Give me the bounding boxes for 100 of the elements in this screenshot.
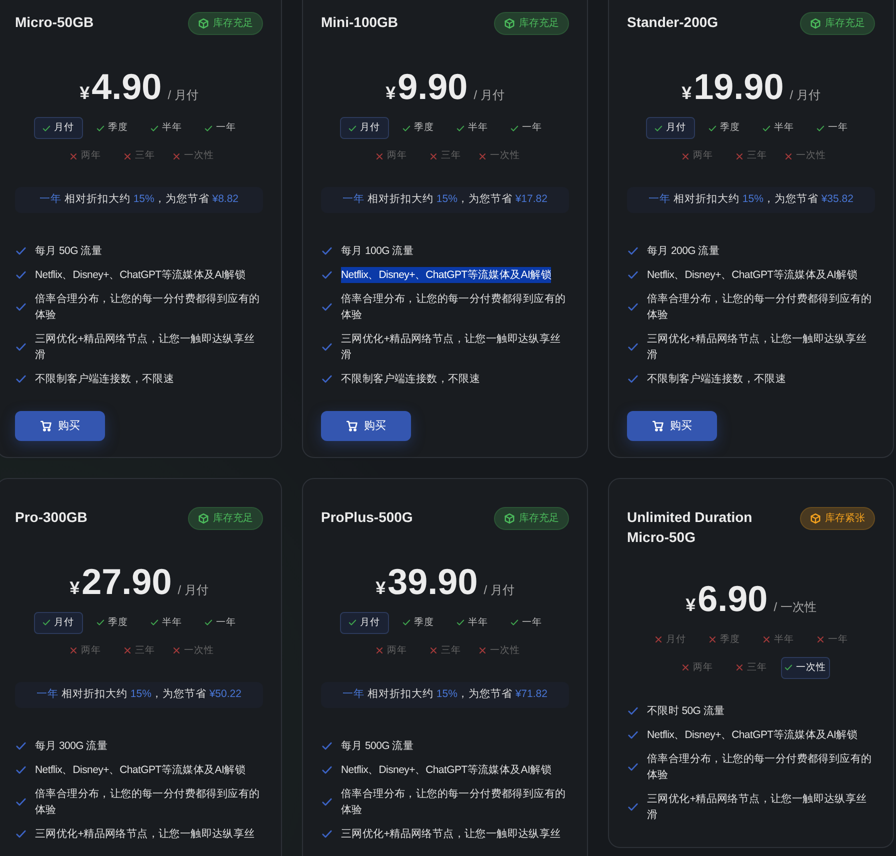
check-icon (321, 300, 333, 313)
cross-icon (69, 152, 78, 160)
buy-button[interactable]: 购买 (15, 410, 105, 441)
period-option[interactable]: 月付 (340, 612, 388, 634)
period-option[interactable]: 半年 (448, 612, 496, 634)
period-option[interactable]: 半年 (142, 612, 190, 634)
cross-icon (478, 646, 487, 656)
check-icon (627, 268, 639, 281)
plan-title: Unlimited Duration Micro-50G (627, 508, 754, 547)
check-icon (321, 740, 333, 752)
period-option[interactable]: 一年 (502, 117, 550, 139)
check-icon (510, 618, 519, 628)
feature-text: 不限制客户端连接数，不限速 (341, 372, 480, 387)
check-icon (15, 300, 27, 313)
buy-button[interactable]: 购买 (321, 410, 411, 441)
price-unit: / 一次性 (774, 598, 816, 616)
stock-badge: 库存充足 (188, 12, 263, 35)
cart-icon (346, 420, 358, 432)
check-icon (321, 244, 333, 257)
buy-button[interactable]: 购买 (627, 410, 717, 441)
check-icon (204, 124, 213, 132)
check-icon (321, 828, 333, 840)
period-option[interactable]: 一年 (808, 117, 856, 139)
feature-text: 每月 50G 流量 (35, 244, 102, 259)
period-option[interactable]: 季度 (394, 612, 442, 634)
check-icon (402, 124, 411, 132)
cross-icon (816, 635, 825, 644)
feature-text: 倍率合理分布，让您的每一分付费都得到应有的体验 (341, 786, 567, 818)
plan-title: Stander-200G (627, 13, 718, 32)
period-option[interactable]: 季度 (88, 117, 136, 139)
check-icon (348, 618, 357, 628)
stock-badge: 库存紧张 (800, 506, 875, 530)
cross-icon (123, 646, 132, 656)
feature-text: Netflix、Disney+、ChatGPT等流媒体及AI解锁 (341, 266, 552, 283)
feature-text: 三网优化+精品网络节点，让您一触即达纵享丝滑 (647, 792, 868, 823)
cross-icon (172, 646, 181, 656)
period-option[interactable]: 一年 (196, 117, 244, 139)
check-icon (510, 124, 519, 132)
feature-text: 不限制客户端连接数，不限速 (647, 372, 786, 387)
currency-symbol: ¥ (686, 594, 696, 617)
check-icon (654, 124, 663, 132)
period-option[interactable]: 半年 (448, 117, 496, 139)
savings-note: 一年 相对折扣大约 15%，为您节省 ¥50.22 (15, 682, 263, 708)
check-icon (15, 268, 27, 281)
price-amount: 6.90 (698, 578, 768, 619)
period-option[interactable]: 季度 (88, 612, 136, 634)
feature-text: Netflix、Disney+、ChatGPT等流媒体及AI解锁 (35, 762, 246, 778)
check-icon (15, 340, 27, 353)
cross-icon (681, 663, 690, 672)
period-option[interactable]: 月付 (646, 117, 694, 139)
feature-text: 不限制客户端连接数，不限速 (35, 372, 174, 387)
period-option[interactable]: 一次性 (780, 656, 830, 679)
feature-text: 每月 100G 流量 (341, 244, 414, 259)
period-option[interactable]: 半年 (142, 117, 190, 139)
check-icon (762, 124, 771, 132)
feature-text: 每月 200G 流量 (647, 244, 720, 259)
period-option[interactable]: 季度 (394, 117, 442, 139)
period-option[interactable]: 季度 (700, 117, 748, 139)
check-icon (627, 760, 639, 773)
check-icon (402, 618, 411, 628)
check-icon (321, 268, 333, 281)
period-option[interactable]: 半年 (754, 117, 802, 139)
check-icon (15, 244, 27, 257)
currency-symbol: ¥ (682, 82, 692, 105)
check-icon (15, 372, 27, 385)
cart-icon (652, 420, 664, 432)
cross-icon (172, 152, 181, 160)
check-icon (627, 728, 639, 741)
check-icon (96, 124, 105, 132)
plan-title: Mini-100GB (321, 13, 398, 32)
feature-text: 每月 500G 流量 (341, 738, 414, 754)
period-option[interactable]: 月付 (340, 117, 388, 139)
check-icon (627, 340, 639, 353)
check-icon (15, 740, 27, 752)
check-icon (42, 618, 51, 628)
period-option[interactable]: 一年 (196, 612, 244, 634)
check-icon (204, 618, 213, 628)
period-option[interactable]: 月付 (34, 117, 82, 139)
period-option[interactable]: 一年 (502, 612, 550, 634)
price-unit: / 月付 (484, 582, 514, 599)
cross-icon (69, 646, 78, 656)
currency-symbol: ¥ (70, 576, 80, 600)
feature-text: 不限时 50G 流量 (647, 704, 725, 719)
cross-icon (784, 152, 793, 160)
price-unit: / 月付 (474, 87, 504, 104)
check-icon (627, 300, 639, 313)
savings-note: 一年 相对折扣大约 15%，为您节省 ¥71.82 (321, 682, 569, 708)
check-icon (708, 124, 717, 132)
currency-symbol: ¥ (80, 82, 90, 105)
check-icon (96, 618, 105, 628)
feature-text: 倍率合理分布，让您的每一分付费都得到应有的体验 (647, 752, 873, 783)
cross-icon (735, 152, 744, 160)
period-option[interactable]: 月付 (34, 612, 82, 634)
check-icon (321, 764, 333, 776)
currency-symbol: ¥ (386, 82, 396, 105)
feature-text: 每月 300G 流量 (35, 738, 108, 754)
price-amount: 19.90 (694, 67, 784, 107)
price-unit: / 月付 (178, 582, 208, 599)
currency-symbol: ¥ (376, 576, 386, 600)
cross-icon (375, 646, 384, 656)
